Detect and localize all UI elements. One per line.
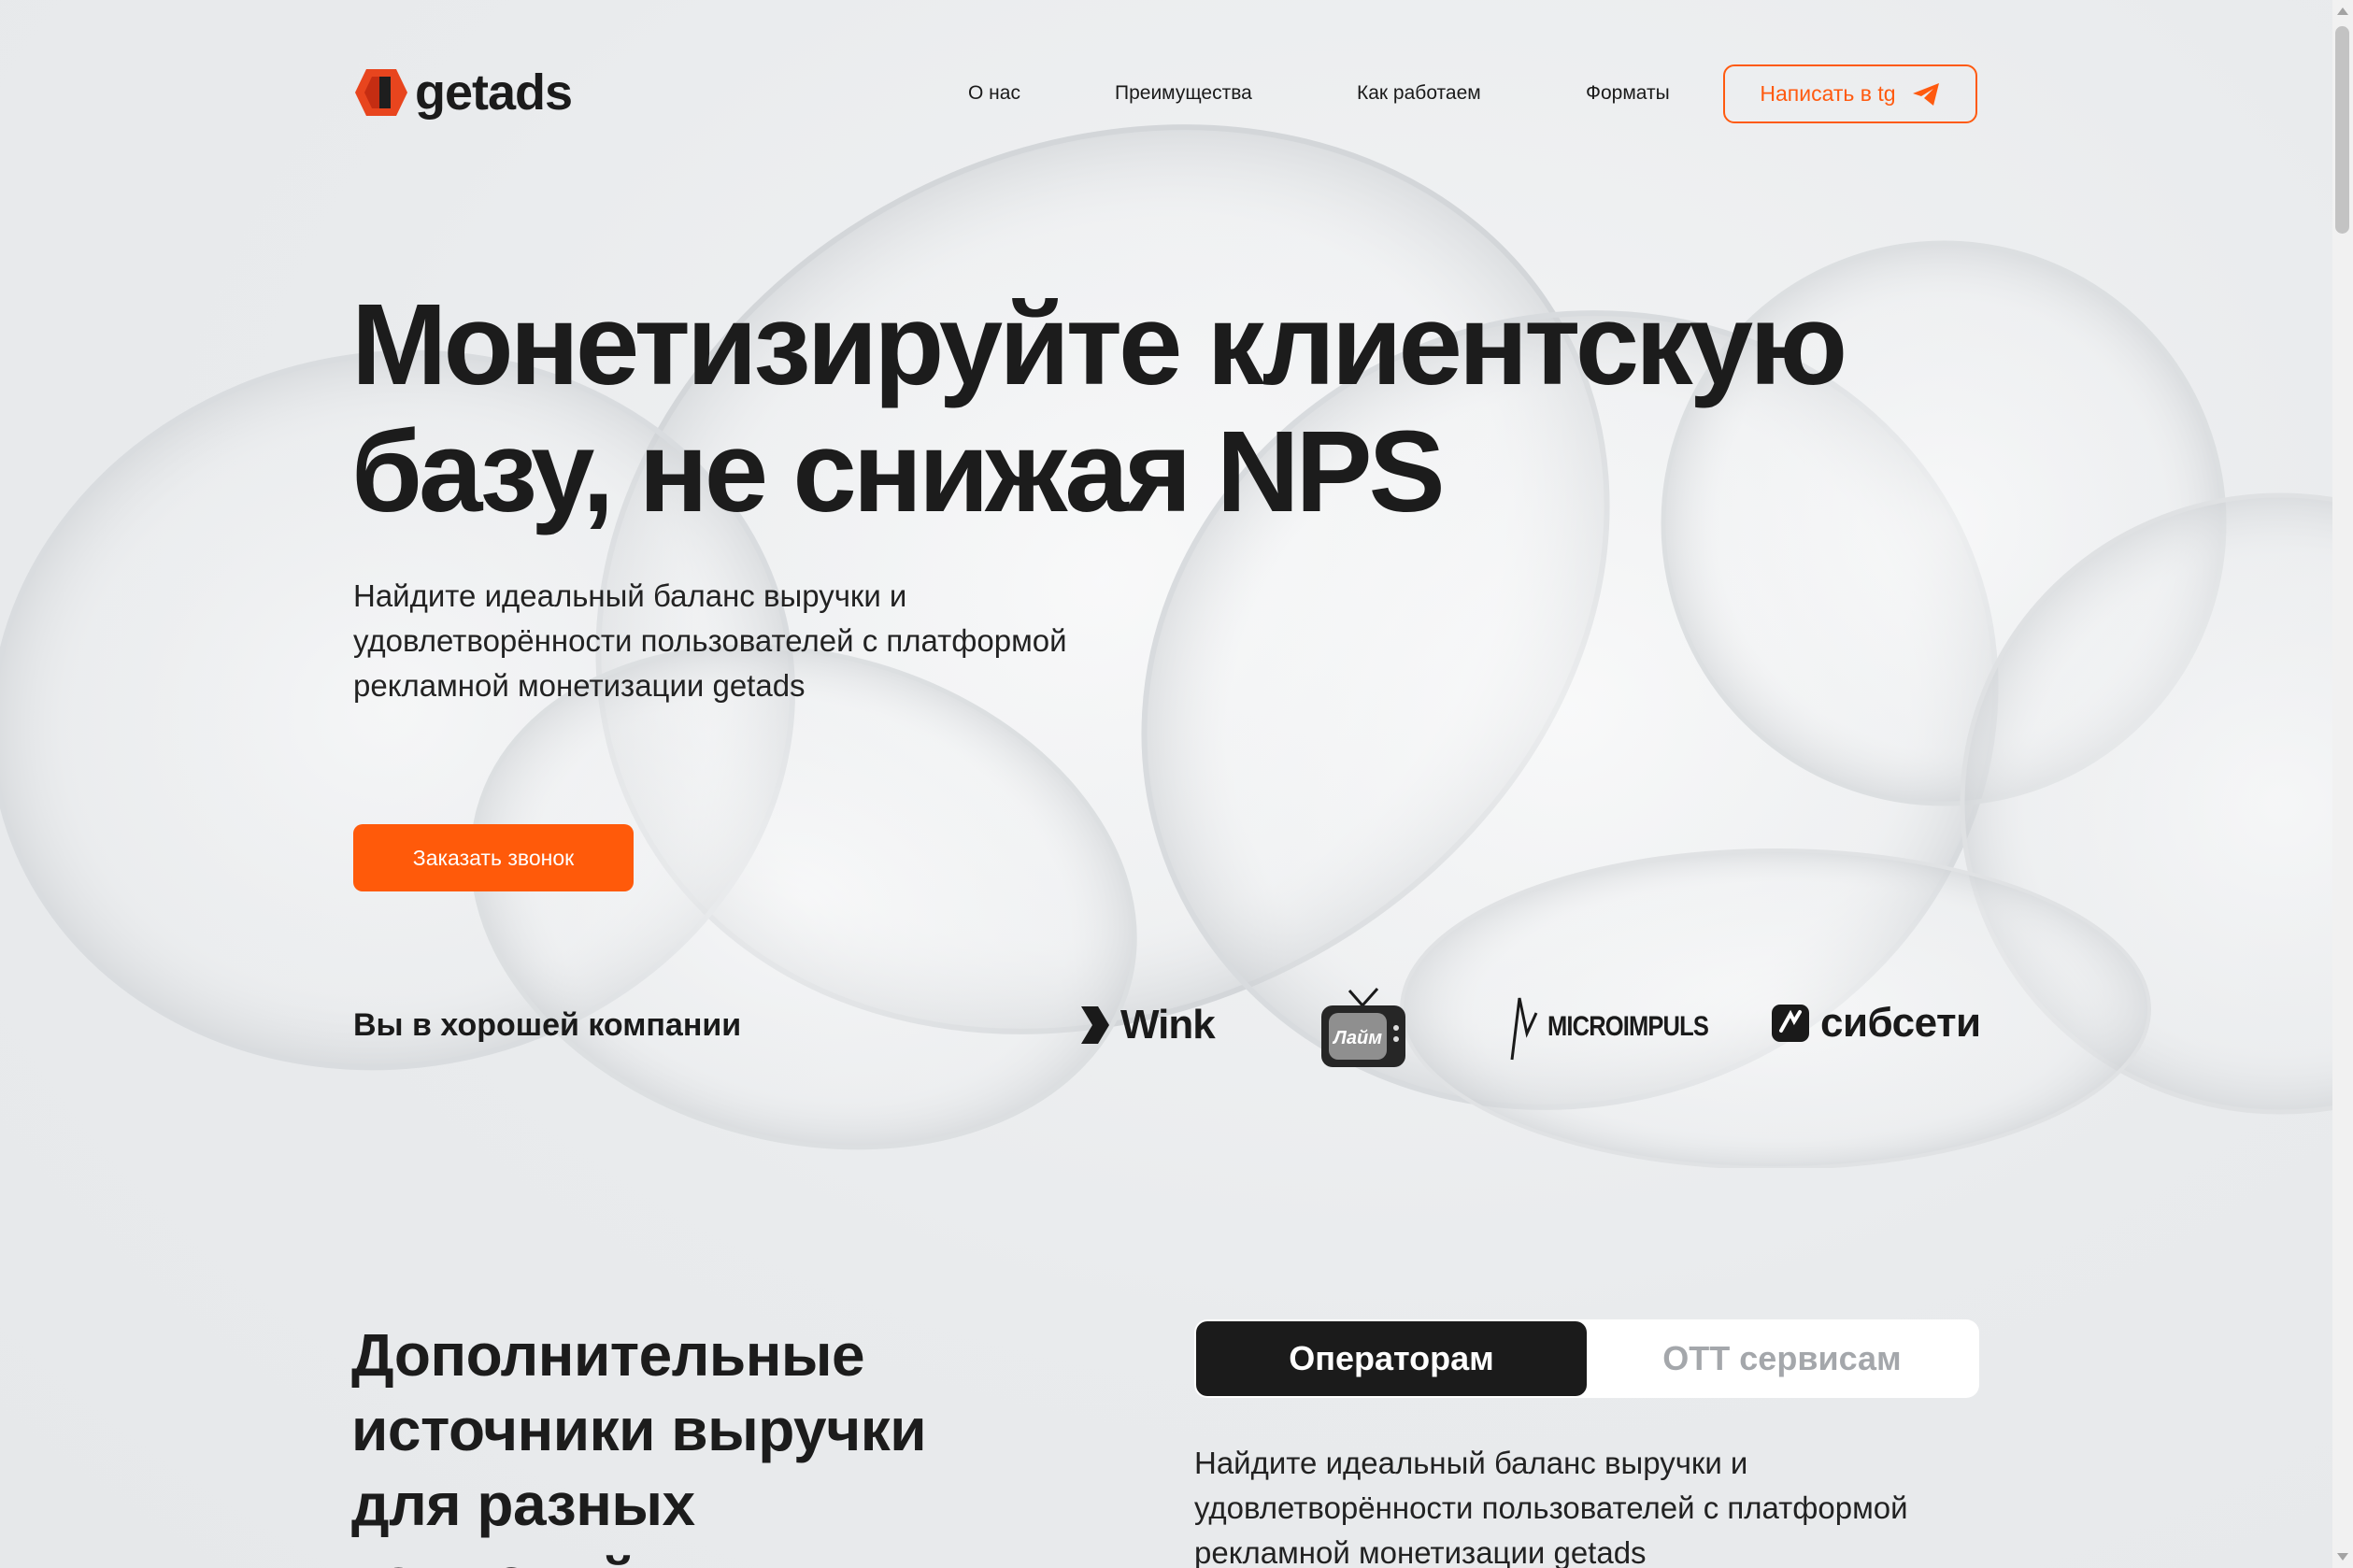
revenue-sources-title-line2: источники выручки <box>351 1396 927 1463</box>
partner-logo-wink: Wink <box>1077 1002 1216 1048</box>
hero-subtitle: Найдите идеальный баланс выручки и удовл… <box>353 578 1067 703</box>
nav-item-how-we-work[interactable]: Как работаем <box>1357 82 1481 105</box>
brand-logo[interactable]: getads <box>353 64 573 121</box>
microimpuls-logo-text: MICROIMPULS <box>1547 1011 1709 1042</box>
partner-logo-microimpuls: MICROIMPULS <box>1510 992 1736 1062</box>
hero-title-line2: базу, не снижая NPS <box>351 408 1446 536</box>
brand-name: getads <box>415 64 573 121</box>
scroll-down-arrow-icon[interactable] <box>2337 1553 2348 1561</box>
scroll-up-arrow-icon[interactable] <box>2337 7 2348 15</box>
nav-item-advantages[interactable]: Преимущества <box>1115 82 1252 105</box>
hero-title: Монетизируйте клиентскую базу, не снижая… <box>351 281 1847 536</box>
audience-tabs: Операторам OTT сервисам <box>1194 1319 1979 1398</box>
sibseti-logo-icon <box>1772 1005 1809 1042</box>
revenue-sources-title-line3: для разных <box>351 1471 695 1538</box>
getads-logo-icon <box>355 69 407 116</box>
partner-logo-laim: Лайм <box>1319 987 1407 1069</box>
scrollbar-thumb[interactable] <box>2335 26 2349 234</box>
laim-logo-text: Лайм <box>1332 1028 1382 1048</box>
wink-logo-icon <box>1081 1006 1109 1044</box>
wink-logo-text: Wink <box>1120 1002 1216 1048</box>
microimpuls-logo-icon <box>1510 997 1538 1061</box>
partner-logo-sibseti: сибсети <box>1770 1000 1981 1047</box>
revenue-sources-title: Дополнительные источники выручки для раз… <box>351 1318 927 1568</box>
nav-item-formats[interactable]: Форматы <box>1586 82 1670 105</box>
revenue-sources-title-line1: Дополнительные <box>351 1321 865 1389</box>
page-scrollbar[interactable] <box>2332 0 2353 1568</box>
section-description: Найдите идеальный баланс выручки и удовл… <box>1194 1446 1908 1568</box>
nav-item-about[interactable]: О нас <box>968 82 1020 105</box>
write-in-telegram-button[interactable]: Написать в tg <box>1723 64 1977 123</box>
telegram-button-label: Написать в tg <box>1760 81 1896 106</box>
revenue-sources-title-line4: компаний <box>351 1546 636 1568</box>
telegram-icon <box>1912 82 1939 106</box>
sibseti-logo-text: сибсети <box>1820 1000 1981 1046</box>
hero-title-line1: Монетизируйте клиентскую <box>351 281 1847 409</box>
tab-ott-services[interactable]: OTT сервисам <box>1587 1321 1977 1396</box>
partners-title: Вы в хорошей компании <box>353 1007 742 1043</box>
tab-operators[interactable]: Операторам <box>1196 1321 1587 1396</box>
order-call-button[interactable]: Заказать звонок <box>353 824 634 891</box>
laim-tv-logo-icon: Лайм <box>1321 988 1405 1067</box>
page: getads О нас Преимущества Как работаем Ф… <box>0 0 2332 1568</box>
